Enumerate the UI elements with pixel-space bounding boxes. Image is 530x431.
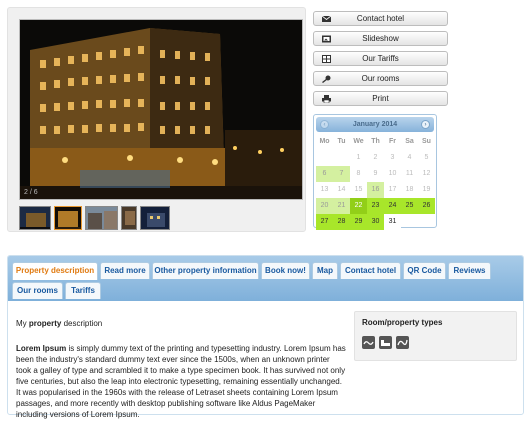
calendar-weekday: Th [371,138,380,145]
contact-hotel-label: Contact hotel [356,14,405,23]
room-type-3-icon[interactable] [396,336,409,349]
calendar-day[interactable]: 29 [350,214,367,230]
calendar-day[interactable]: 10 [384,166,401,182]
calendar-day[interactable]: 24 [384,198,401,214]
tab-property-description[interactable]: Property description [12,262,98,280]
calendar-day[interactable]: 27 [316,214,333,230]
calendar-weekday: We [353,138,364,145]
tab-bar: Property description Read more Other pro… [8,256,523,301]
calendar-weekday: Mo [319,138,330,145]
envelope-icon [322,15,331,22]
calendar-day[interactable]: 16 [367,182,384,198]
intro-prefix: My [16,319,29,328]
our-rooms-label: Our rooms [361,74,400,83]
availability-calendar: ‹ January 2014 › Mo Tu We Th Fr Sa Su 1 2 3 4 5 6 7 8 9… [313,114,437,230]
calendar-day[interactable]: 5 [418,150,435,166]
calendar-day[interactable]: 6 [316,166,333,182]
calendar-day[interactable]: 20 [316,198,333,214]
calendar-weekday: Su [422,138,431,145]
property-description-content: My property description Lorem Ipsum is s… [16,318,346,420]
calendar-month-title: January 2014 [352,121,398,128]
description-body: Lorem Ipsum is simply dummy text of the … [16,343,346,420]
calendar-day[interactable]: 30 [367,214,384,230]
calendar-day[interactable]: 8 [350,166,367,182]
calendar-grid: Mo Tu We Th Fr Sa Su 1 2 3 4 5 6 7 8 9 10 11 12 13 14 15 16 17 1… [316,134,436,230]
printer-icon [322,95,331,103]
room-types-box: Room/property types [354,311,517,361]
calendar-day[interactable]: 4 [401,150,418,166]
photo-counter: 2 / 6 [24,189,38,196]
calendar-day[interactable]: 11 [401,166,418,182]
main-hotel-photo[interactable]: 2 / 6 [19,19,303,200]
calendar-empty-cell [333,150,350,166]
intro-suffix: description [61,319,103,328]
thumbnail-4[interactable] [121,206,137,230]
calendar-empty-cell [418,214,435,230]
tab-other-property-information[interactable]: Other property information [152,262,259,279]
calendar-day[interactable]: 19 [418,182,435,198]
description-body-text: is simply dummy text of the printing and… [16,344,346,419]
calendar-empty-cell [401,214,418,230]
thumbnail-strip [19,206,170,230]
intro-bold: property [28,319,62,328]
print-label: Print [372,94,389,103]
our-tariffs-label: Our Tariffs [362,54,399,63]
slideshow-icon [322,35,331,43]
thumbnail-5[interactable] [140,206,170,230]
calendar-day[interactable]: 25 [401,198,418,214]
room-type-2-icon[interactable] [379,336,392,349]
tab-map[interactable]: Map [312,262,338,279]
tab-read-more[interactable]: Read more [100,262,150,279]
calendar-day[interactable]: 7 [333,166,350,182]
calendar-day[interactable]: 13 [316,182,333,198]
tab-our-rooms[interactable]: Our rooms [12,282,63,299]
tariffs-icon [322,55,331,63]
property-tabs-panel: Property description Read more Other pro… [7,255,524,419]
thumbnail-2[interactable] [54,206,82,230]
calendar-day[interactable]: 23 [367,198,384,214]
calendar-weekday: Sa [405,138,414,145]
lorem-ipsum-bold: Lorem Ipsum [16,344,67,353]
tab-reviews[interactable]: Reviews [448,262,491,279]
calendar-day[interactable]: 1 [350,150,367,166]
calendar-header: ‹ January 2014 › [316,117,434,132]
calendar-day[interactable]: 17 [384,182,401,198]
side-action-buttons: Contact hotel Slideshow Our Tariffs Our … [313,11,448,111]
calendar-day[interactable]: 15 [350,182,367,198]
key-icon [322,75,331,83]
calendar-day[interactable]: 12 [418,166,435,182]
tab-tariffs[interactable]: Tariffs [65,282,101,299]
calendar-day[interactable]: 14 [333,182,350,198]
thumbnail-3[interactable] [85,206,118,230]
calendar-day[interactable]: 22 [350,198,367,214]
contact-hotel-button[interactable]: Contact hotel [313,11,448,26]
slideshow-label: Slideshow [362,34,399,43]
tab-contact-hotel[interactable]: Contact hotel [340,262,401,279]
calendar-day[interactable]: 2 [367,150,384,166]
calendar-weekday: Fr [389,138,396,145]
photo-gallery-panel: 2 / 6 [7,7,306,232]
thumbnail-1[interactable] [19,206,51,230]
calendar-empty-cell [316,150,333,166]
tab-book-now[interactable]: Book now! [261,262,310,279]
description-intro: My property description [16,318,346,329]
room-types-title: Room/property types [362,318,443,327]
prev-month-icon[interactable]: ‹ [320,120,329,129]
next-month-icon[interactable]: › [421,120,430,129]
calendar-day[interactable]: 18 [401,182,418,198]
room-type-1-icon[interactable] [362,336,375,349]
calendar-weekday: Tu [337,138,346,145]
our-tariffs-button[interactable]: Our Tariffs [313,51,448,66]
tab-qr-code[interactable]: QR Code [403,262,446,279]
calendar-day[interactable]: 3 [384,150,401,166]
calendar-day[interactable]: 28 [333,214,350,230]
hotel-night-photo [20,20,302,199]
calendar-day[interactable]: 26 [418,198,435,214]
calendar-day[interactable]: 31 [384,214,401,230]
our-rooms-button[interactable]: Our rooms [313,71,448,86]
calendar-day[interactable]: 9 [367,166,384,182]
calendar-day[interactable]: 21 [333,198,350,214]
slideshow-button[interactable]: Slideshow [313,31,448,46]
print-button[interactable]: Print [313,91,448,106]
